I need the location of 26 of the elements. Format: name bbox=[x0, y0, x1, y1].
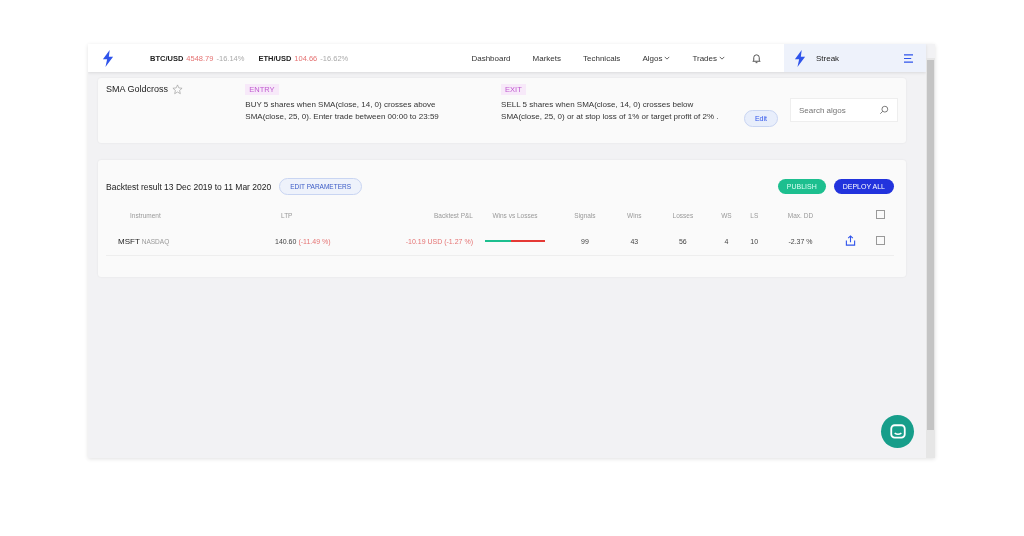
bolt-logo-icon[interactable] bbox=[102, 49, 114, 67]
bolt-logo-icon bbox=[794, 49, 806, 67]
nav-link[interactable]: Algos bbox=[642, 53, 671, 63]
checkbox[interactable] bbox=[875, 210, 885, 219]
search-icon bbox=[879, 105, 889, 115]
checkbox[interactable] bbox=[875, 236, 885, 245]
bell-icon[interactable] bbox=[751, 52, 762, 64]
instrument-symbol: MSFT bbox=[118, 236, 140, 246]
star-icon[interactable] bbox=[172, 84, 184, 95]
algo-name: SMA Goldcross bbox=[106, 84, 169, 94]
menu-icon[interactable] bbox=[903, 53, 914, 63]
nav-link[interactable]: Technicals bbox=[583, 53, 621, 63]
search-field[interactable]: Search algos bbox=[799, 105, 879, 115]
backtest-title: Backtest result 13 Dec 2019 to 11 Mar 2020 bbox=[106, 181, 272, 192]
entry-condition: BUY 5 shares when SMA(close, 14, 0) crosses above SMA(close, 25, 0). Enter trade between 00:00 to 23:59 bbox=[245, 99, 440, 123]
wins-losses-bar bbox=[485, 239, 545, 243]
brand-name: Streak bbox=[816, 53, 840, 63]
nav-link[interactable]: Markets bbox=[532, 53, 561, 63]
share-icon[interactable] bbox=[845, 235, 856, 246]
exit-condition: SELL 5 shares when SMA(close, 14, 0) crosses below SMA(close, 25, 0) or at stop loss of 1% or target profit of 2% . bbox=[501, 99, 720, 123]
chat-icon bbox=[888, 422, 907, 441]
nav-link[interactable]: Dashboard bbox=[471, 53, 511, 63]
nav-link[interactable]: Trades bbox=[692, 53, 725, 63]
chat-button[interactable] bbox=[881, 415, 914, 448]
search-field[interactable]: Search algos bbox=[790, 98, 898, 122]
scrollbar[interactable] bbox=[926, 58, 935, 458]
